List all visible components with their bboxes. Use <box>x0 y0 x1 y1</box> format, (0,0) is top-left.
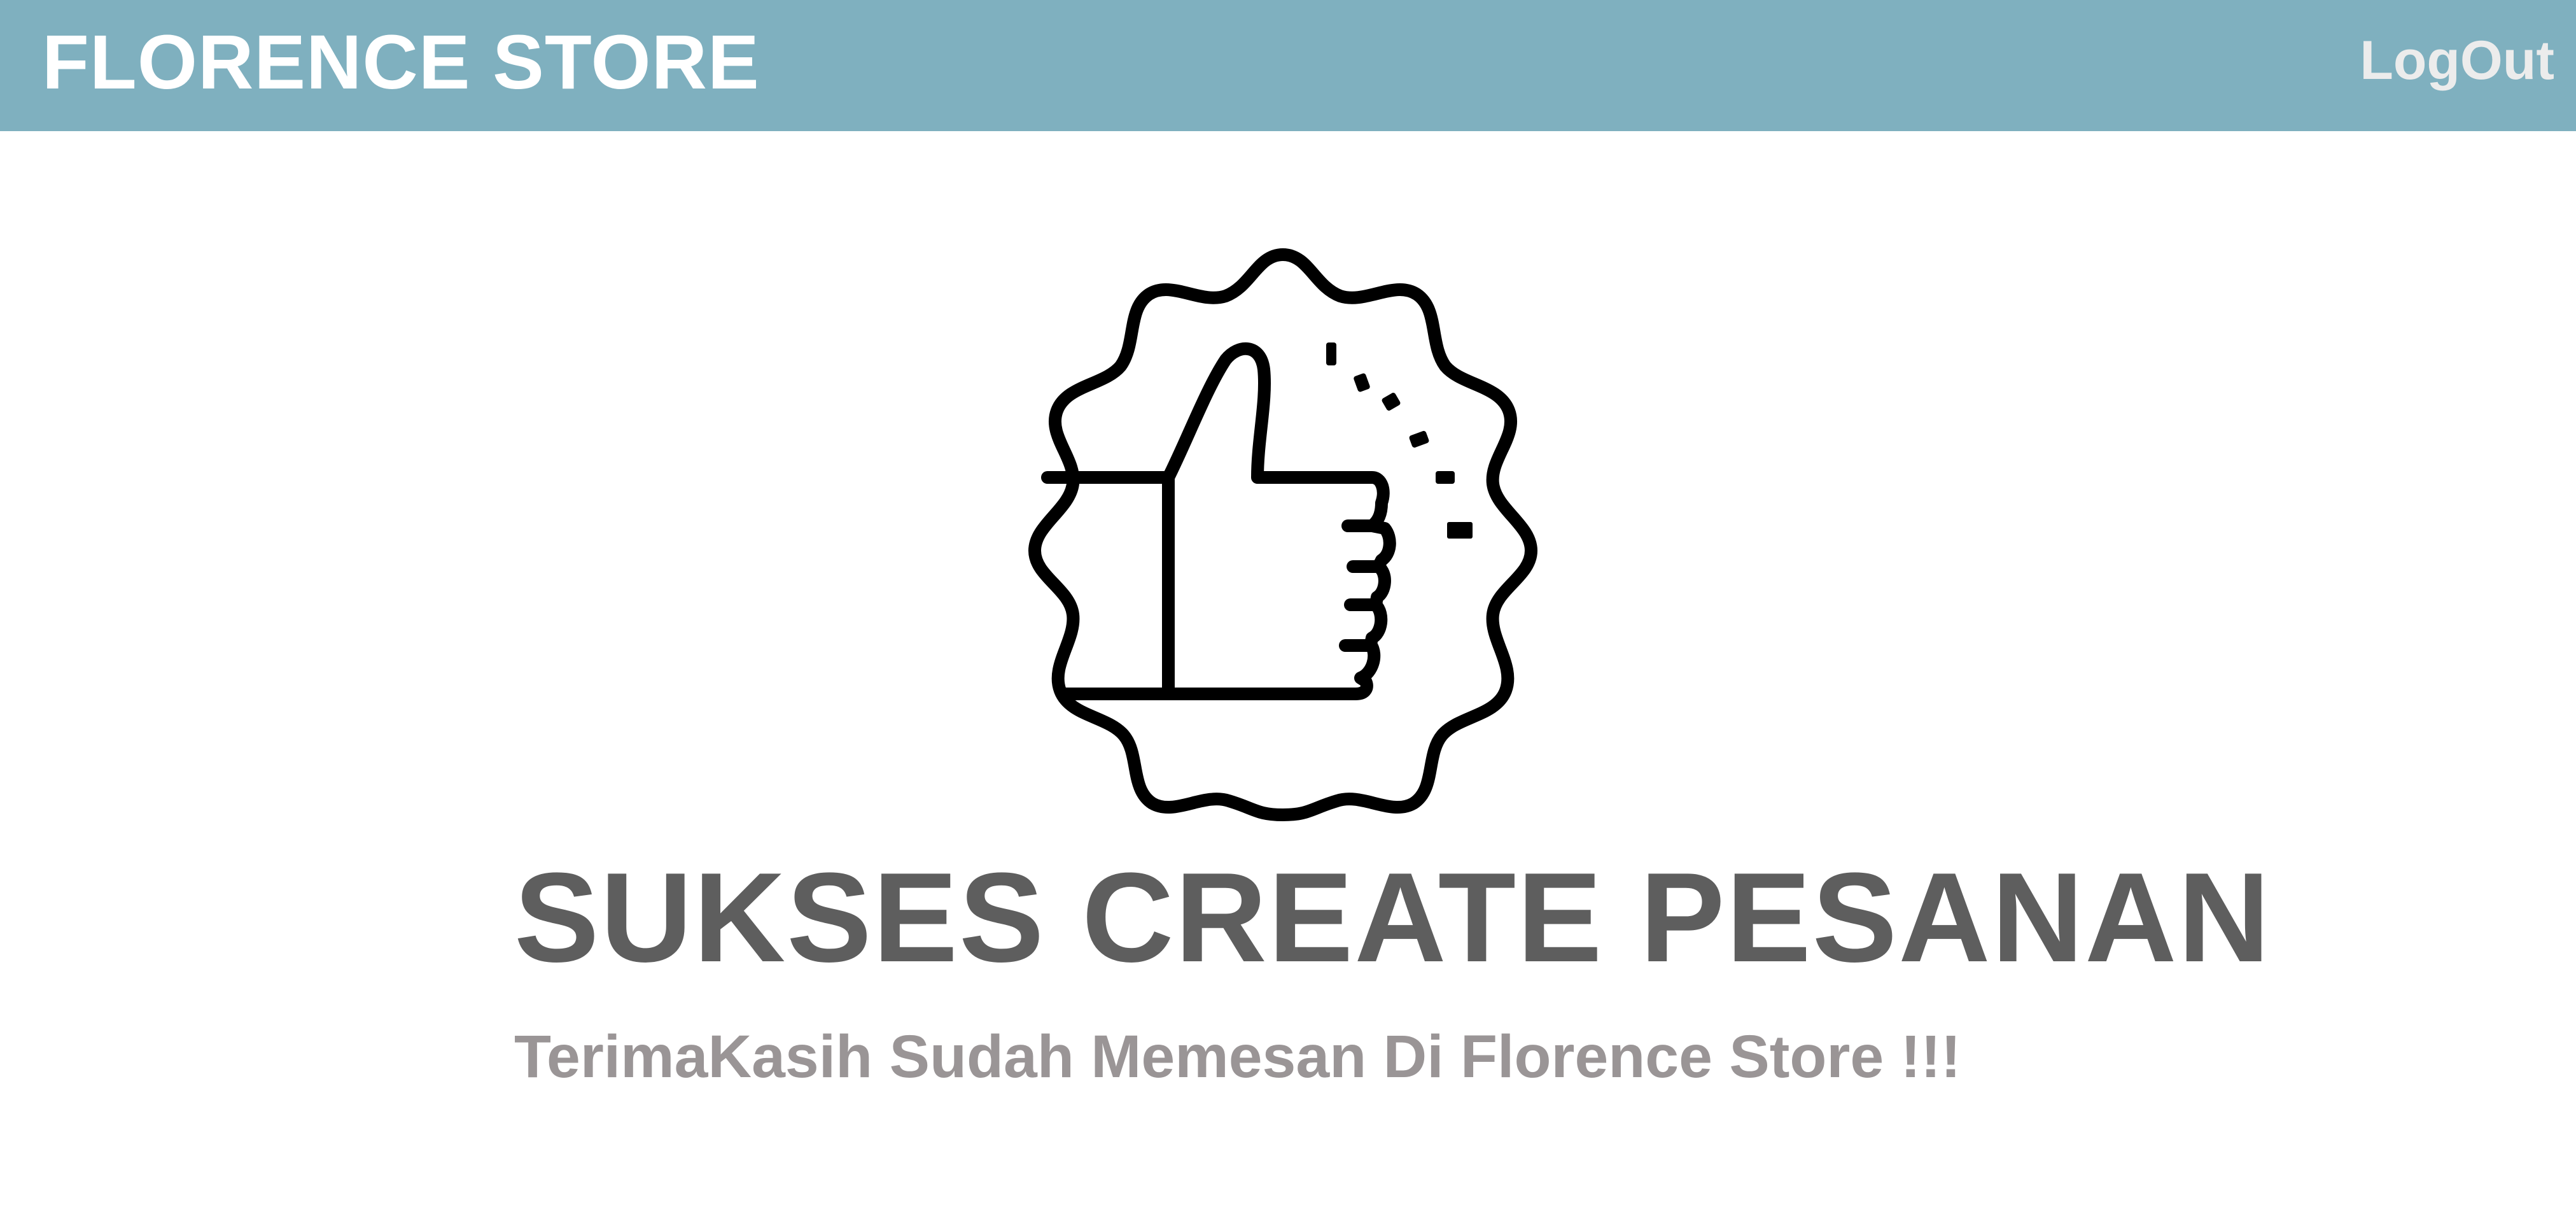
brand-logo-text[interactable]: FLORENCE STORE <box>42 14 760 109</box>
logout-link[interactable]: LogOut <box>2360 22 2554 99</box>
page-title: SUKSES CREATE PESANAN <box>514 847 2271 989</box>
thank-you-message: TerimaKasih Sudah Memesan Di Florence St… <box>514 1023 1961 1090</box>
thumbs-up-badge-icon <box>1028 248 1537 821</box>
top-navbar: FLORENCE STORE LogOut <box>0 0 2576 131</box>
